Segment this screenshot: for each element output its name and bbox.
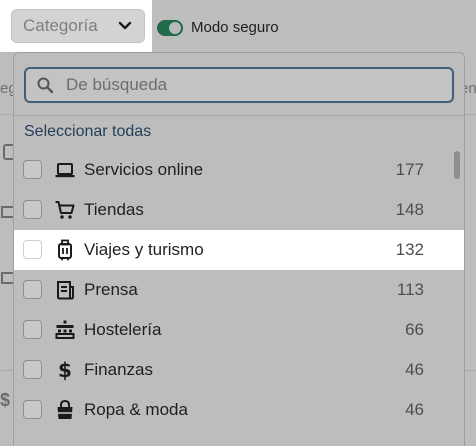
list-item-label: Servicios online — [84, 160, 204, 179]
select-all-link[interactable]: Seleccionar todas — [24, 123, 151, 141]
background-laptop-icon-2 — [0, 268, 14, 290]
list-item-count: 148 — [395, 200, 424, 219]
background-laptop-icon — [0, 202, 14, 224]
svg-text:$: $ — [58, 359, 72, 381]
list-item-servicios-online[interactable]: Servicios online 177 — [14, 150, 454, 190]
list-item-prensa[interactable]: Prensa 113 — [14, 270, 454, 310]
list-item-ropa-moda[interactable]: Ropa & moda 46 — [14, 390, 454, 430]
checkbox[interactable] — [23, 400, 42, 419]
list-item-count: 113 — [396, 280, 424, 299]
list-item-label: Viajes y turismo — [84, 240, 204, 259]
dollar-icon: $ — [54, 359, 76, 381]
category-button-label: Categoría — [23, 16, 98, 35]
panel-divider — [14, 115, 464, 116]
newspaper-icon — [54, 279, 76, 301]
checkbox[interactable] — [23, 360, 42, 379]
list-item-hosteleria[interactable]: Hostelería 66 — [14, 310, 454, 350]
safe-mode-label: Modo seguro — [191, 19, 279, 36]
shopping-bag-icon — [54, 399, 76, 421]
laptop-icon — [54, 159, 76, 181]
category-dropdown-panel: Seleccionar todas Servicios online 177 T… — [13, 52, 465, 446]
checkbox[interactable] — [23, 200, 42, 219]
list-item-label: Hostelería — [84, 320, 162, 339]
background-luggage-icon — [0, 140, 14, 162]
search-box — [24, 67, 454, 103]
category-dropdown-button[interactable]: Categoría — [11, 9, 145, 43]
toggle-knob — [169, 22, 181, 34]
checkbox[interactable] — [23, 320, 42, 339]
list-item-count: 46 — [405, 360, 424, 379]
checkbox[interactable] — [23, 280, 42, 299]
list-item-count: 66 — [405, 320, 424, 339]
safe-mode-toggle[interactable] — [157, 20, 183, 36]
background-text-fragment-left: eg — [0, 80, 17, 97]
list-item-count: 132 — [395, 240, 424, 259]
luggage-icon — [54, 239, 76, 261]
list-item-label: Finanzas — [84, 360, 153, 379]
list-item-count: 46 — [405, 400, 424, 419]
list-item-viajes-y-turismo[interactable]: Viajes y turismo 132 — [14, 230, 464, 270]
restaurant-icon — [54, 319, 76, 341]
cart-icon — [54, 199, 76, 221]
list-item-tiendas[interactable]: Tiendas 148 — [14, 190, 454, 230]
list-item-label: Prensa — [84, 280, 138, 299]
category-filter-area: Categoría — [0, 0, 152, 52]
list-item-count: 177 — [395, 160, 424, 179]
checkbox[interactable] — [23, 240, 42, 259]
list-item-label: Ropa & moda — [84, 400, 188, 419]
list-item-finanzas[interactable]: $ Finanzas 46 — [14, 350, 454, 390]
scrollbar-thumb[interactable] — [454, 151, 460, 179]
checkbox[interactable] — [23, 160, 42, 179]
search-input[interactable] — [66, 75, 426, 95]
chevron-down-icon — [118, 21, 132, 30]
background-dollar-icon: $ — [0, 390, 11, 410]
search-icon — [37, 77, 54, 94]
list-item-label: Tiendas — [84, 200, 144, 219]
category-list: Servicios online 177 Tiendas 148 Viajes … — [14, 150, 464, 430]
